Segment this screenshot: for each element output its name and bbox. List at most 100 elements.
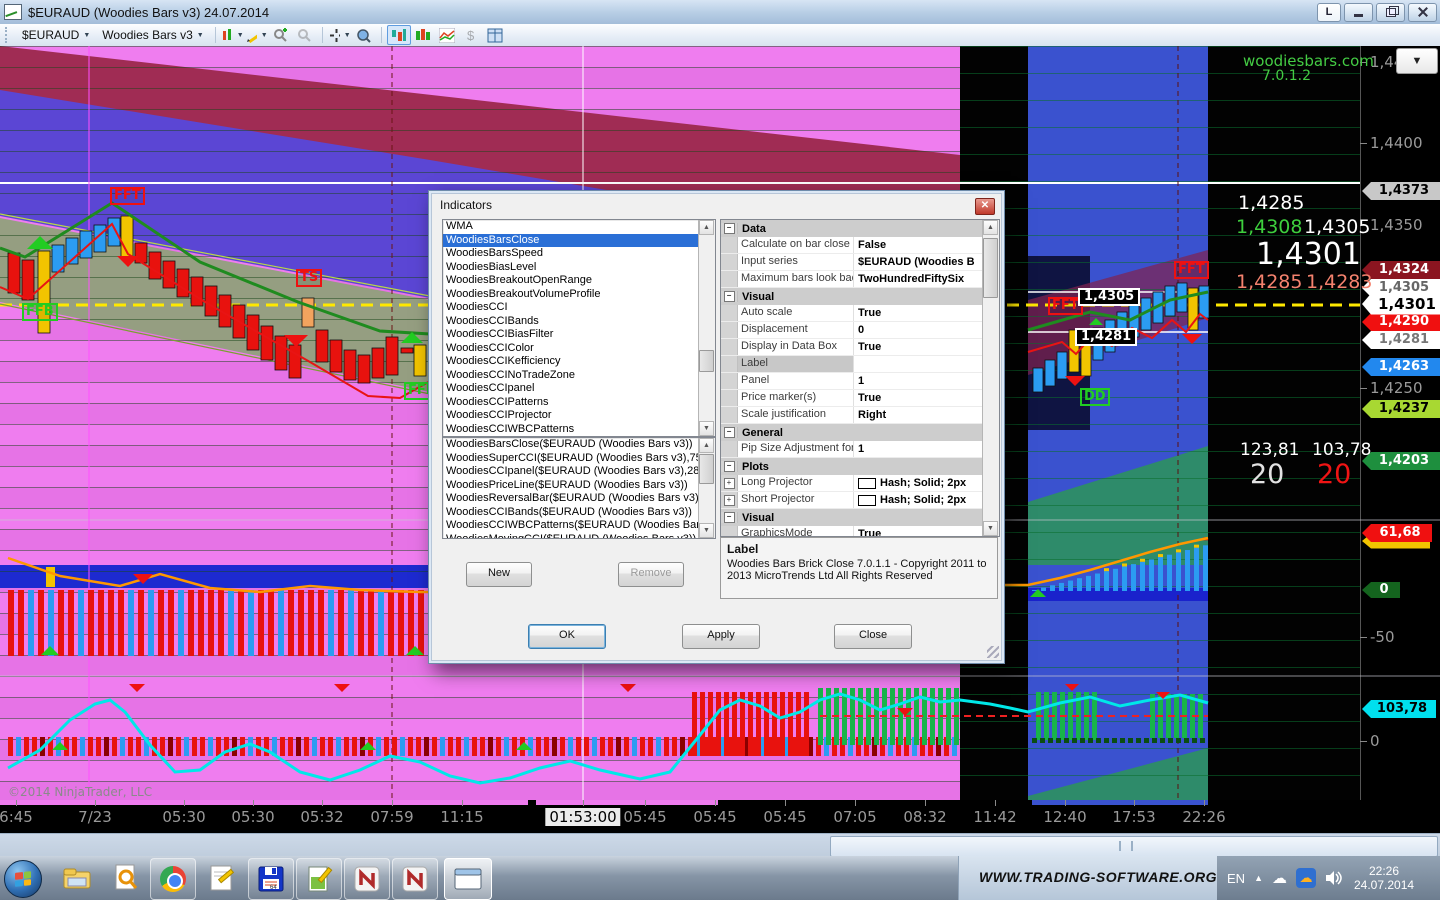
property-row[interactable]: Displacement0: [721, 322, 999, 339]
language-indicator[interactable]: EN: [1227, 871, 1245, 886]
property-row[interactable]: GraphicsModeTrue: [721, 526, 999, 537]
window-titlebar[interactable]: $EURAUD (Woodies Bars v3) 24.07.2014 L: [0, 0, 1440, 25]
time-label: 7/23: [78, 808, 112, 826]
chart-style-line-button[interactable]: [435, 25, 459, 45]
list-item[interactable]: WoodiesBarsSpeed: [443, 247, 715, 261]
list-item[interactable]: WoodiesCCIBands: [443, 315, 715, 329]
property-section[interactable]: −General: [721, 424, 999, 441]
apply-button[interactable]: Apply: [682, 624, 760, 649]
horizontal-scrollbar[interactable]: [0, 833, 1440, 857]
close-dialog-button[interactable]: Close: [834, 624, 912, 649]
property-row[interactable]: +Short ProjectorHash; Solid; 2px: [721, 492, 999, 509]
chart-style-selected-button[interactable]: [387, 25, 411, 45]
property-row[interactable]: +Long ProjectorHash; Solid; 2px: [721, 475, 999, 492]
list-item[interactable]: WoodiesSuperCCI($EURAUD (Woodies Bars v3…: [443, 452, 715, 466]
list-item[interactable]: WoodiesCCINoTradeZone: [443, 369, 715, 383]
list-item[interactable]: WoodiesCCIBiasFilter: [443, 328, 715, 342]
list-item[interactable]: WoodiesMovingCCI($EURAUD (Woodies Bars v…: [443, 533, 715, 540]
weather-tray-icon[interactable]: ☁: [1296, 868, 1316, 888]
list-item[interactable]: WoodiesCCIpanel: [443, 382, 715, 396]
list-item[interactable]: WoodiesCCIColor: [443, 342, 715, 356]
data-grid-button[interactable]: [483, 25, 507, 45]
list-item[interactable]: WMA: [443, 220, 715, 234]
price-axis-dropdown[interactable]: ▼: [1396, 48, 1438, 74]
property-grid[interactable]: −DataCalculate on bar closeFalseInput se…: [720, 219, 1000, 537]
property-row[interactable]: Input series$EURAUD (Woodies B: [721, 254, 999, 271]
ninjatrader-taskbar-button[interactable]: [344, 858, 390, 900]
property-row[interactable]: Panel1: [721, 373, 999, 390]
property-row[interactable]: Maximum bars look bacTwoHundredFiftySix: [721, 271, 999, 288]
grid-scrollbar[interactable]: ▲▼: [982, 220, 999, 536]
list-item[interactable]: WoodiesBreakoutVolumeProfile: [443, 288, 715, 302]
explorer-taskbar-button[interactable]: [56, 858, 100, 898]
notepad-taskbar-button[interactable]: [200, 858, 244, 898]
search-taskbar-button[interactable]: [104, 858, 148, 898]
system-tray: EN ▲ ☁ ☁ 22:26 24.07.2014: [1217, 856, 1440, 900]
indicators-dialog[interactable]: Indicators ✕ WMAWoodiesBarsCloseWoodiesB…: [428, 190, 1005, 664]
volume-tray-icon[interactable]: [1325, 870, 1343, 886]
interval-selector[interactable]: Woodies Bars v3▼: [96, 26, 209, 44]
time-axis[interactable]: 6:457/2305:3005:3005:3207:5911:1501:53:0…: [0, 800, 1440, 833]
dialog-close-icon[interactable]: ✕: [975, 198, 995, 215]
property-row[interactable]: Auto scaleTrue: [721, 305, 999, 322]
property-row[interactable]: Display in Data BoxTrue: [721, 339, 999, 356]
toolbar-grip[interactable]: [5, 27, 11, 43]
price-axis[interactable]: [1360, 46, 1440, 800]
taskbar-clock[interactable]: 22:26 24.07.2014: [1354, 864, 1414, 892]
zoom-button[interactable]: [352, 25, 376, 45]
minimize-button[interactable]: [1344, 3, 1373, 22]
list-item[interactable]: WoodiesCCIBands($EURAUD (Woodies Bars v3…: [443, 506, 715, 520]
cloud-tray-icon[interactable]: ☁: [1272, 869, 1287, 887]
list-item[interactable]: WoodiesBarsClose: [443, 234, 715, 248]
currency-button[interactable]: $: [459, 25, 483, 45]
lock-button[interactable]: L: [1317, 3, 1341, 22]
property-row[interactable]: Calculate on bar closeFalse: [721, 237, 999, 254]
drawing-tools-button[interactable]: ▼: [245, 25, 269, 45]
bar-type-button[interactable]: ▼: [221, 25, 245, 45]
restore-button[interactable]: [1376, 3, 1405, 22]
show-hidden-icons-button[interactable]: ▲: [1254, 873, 1263, 883]
remove-indicator-button[interactable]: [293, 25, 317, 45]
list-item[interactable]: WoodiesCCIWBCPatterns: [443, 423, 715, 437]
list-item[interactable]: WoodiesCCIPatterns: [443, 396, 715, 410]
list-item[interactable]: WoodiesReversalBar($EURAUD (Woodies Bars…: [443, 492, 715, 506]
crosshair-button[interactable]: ▼: [328, 25, 352, 45]
floppy-64-taskbar-button[interactable]: 64: [248, 858, 294, 900]
available-indicators-list[interactable]: WMAWoodiesBarsCloseWoodiesBarsSpeedWoodi…: [442, 219, 716, 437]
scrollbar-thumb[interactable]: [830, 836, 1438, 857]
active-window-taskbar-button[interactable]: [444, 858, 492, 900]
start-button[interactable]: [4, 860, 42, 898]
instrument-selector[interactable]: $EURAUD▼: [16, 26, 96, 44]
property-section[interactable]: −Plots: [721, 458, 999, 475]
property-row[interactable]: Price marker(s)True: [721, 390, 999, 407]
property-section[interactable]: −Visual: [721, 509, 999, 526]
list-item[interactable]: WoodiesCCI: [443, 301, 715, 315]
list-item[interactable]: WoodiesCCIProjector: [443, 409, 715, 423]
new-button[interactable]: New: [466, 562, 532, 587]
close-button[interactable]: [1408, 3, 1437, 22]
editor-taskbar-button[interactable]: [296, 858, 342, 900]
chrome-taskbar-button[interactable]: [150, 858, 196, 900]
list-item[interactable]: WoodiesCCIpanel($EURAUD (Woodies Bars v3…: [443, 465, 715, 479]
property-section[interactable]: −Visual: [721, 288, 999, 305]
ok-button[interactable]: OK: [528, 624, 606, 649]
list-scrollbar[interactable]: ▲▼: [698, 220, 715, 436]
list-item[interactable]: WoodiesCCIKefficiency: [443, 355, 715, 369]
time-label: 08:32: [903, 808, 946, 826]
property-section[interactable]: −Data: [721, 220, 999, 237]
property-row[interactable]: Scale justificationRight: [721, 407, 999, 424]
add-indicator-button[interactable]: [269, 25, 293, 45]
list-scrollbar[interactable]: ▲▼: [698, 438, 715, 538]
remove-button[interactable]: Remove: [618, 562, 684, 587]
chart-style-2-button[interactable]: [411, 25, 435, 45]
list-item[interactable]: WoodiesBarsClose($EURAUD (Woodies Bars v…: [443, 438, 715, 452]
list-item[interactable]: WoodiesCCIWBCPatterns($EURAUD (Woodies B…: [443, 519, 715, 533]
list-item[interactable]: WoodiesBreakoutOpenRange: [443, 274, 715, 288]
list-item[interactable]: WoodiesPriceLine($EURAUD (Woodies Bars v…: [443, 479, 715, 493]
configured-indicators-list[interactable]: WoodiesBarsClose($EURAUD (Woodies Bars v…: [442, 437, 716, 539]
list-item[interactable]: WoodiesBiasLevel: [443, 261, 715, 275]
ninjatrader-2-taskbar-button[interactable]: [392, 858, 438, 900]
property-row[interactable]: Label: [721, 356, 999, 373]
resize-grip[interactable]: [987, 646, 999, 658]
property-row[interactable]: Pip Size Adjustment for1: [721, 441, 999, 458]
